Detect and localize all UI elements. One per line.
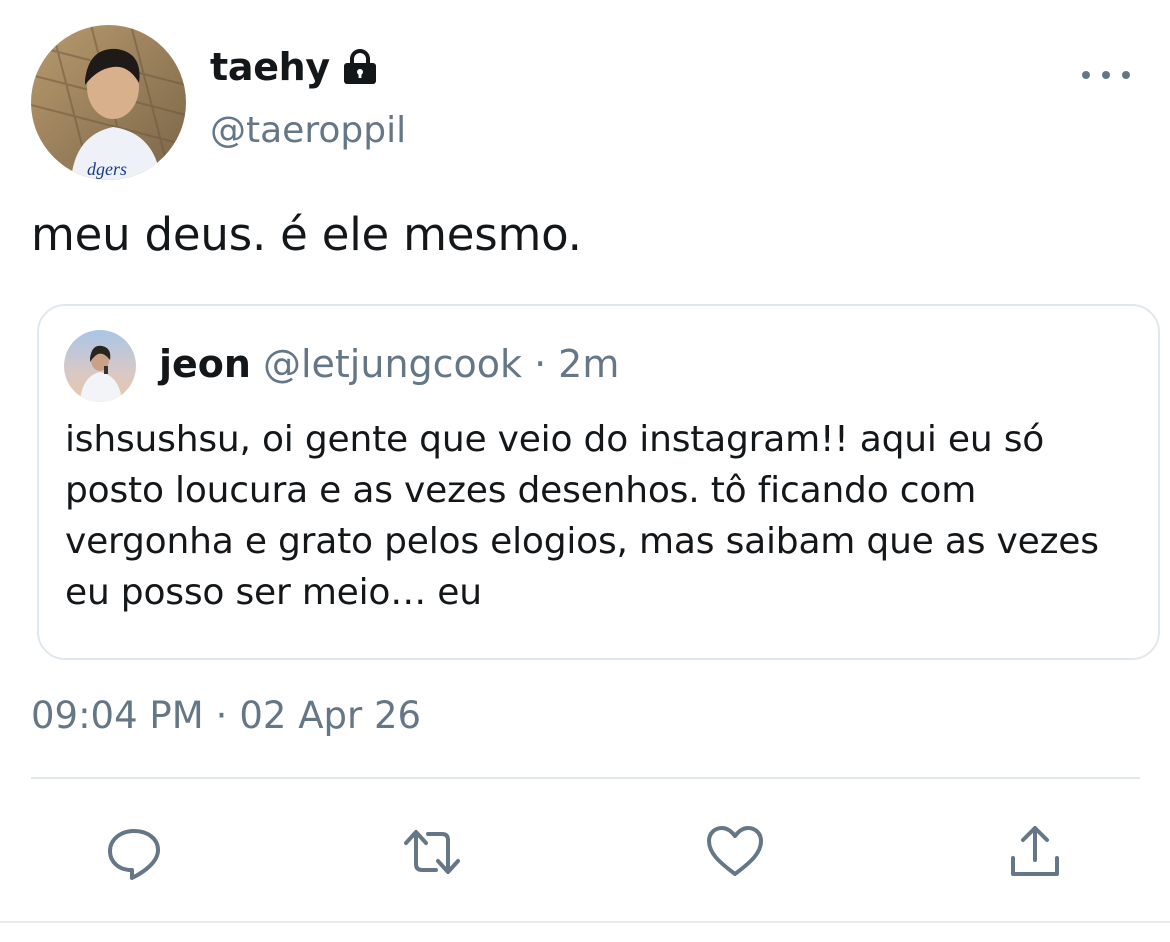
author-handle[interactable]: @taeroppil [210,110,406,151]
quoted-tweet-header: jeon @letjungcook · 2m [159,342,619,386]
reply-icon[interactable] [104,822,164,882]
timestamp-date: 02 Apr 26 [239,694,422,737]
quoted-avatar-image [64,330,136,402]
svg-text:dgers: dgers [87,159,127,179]
more-dot [1122,71,1130,79]
timestamp-separator: · [215,694,228,737]
quoted-author-avatar[interactable] [64,330,136,402]
lock-icon [340,47,380,87]
timestamp-time: 09:04 PM [31,694,204,737]
bottom-border [0,921,1170,923]
author-display-name[interactable]: taehy [210,45,330,89]
tweet-timestamp[interactable]: 09:04 PM · 02 Apr 26 [31,694,421,737]
author-avatar[interactable]: dgers [31,25,186,180]
quoted-handle[interactable]: @letjungcook [263,342,522,386]
more-horizontal-icon[interactable] [1082,58,1130,92]
heart-icon[interactable] [705,822,765,882]
divider [31,777,1140,779]
share-icon[interactable] [1005,822,1065,882]
author-name-row: taehy [210,42,380,92]
avatar-image: dgers [31,25,186,180]
quoted-separator: · [534,342,547,386]
more-dot [1102,71,1110,79]
more-dot [1082,71,1090,79]
quoted-display-name[interactable]: jeon [159,342,251,386]
quoted-time: 2m [558,342,620,386]
retweet-icon[interactable] [402,822,462,882]
quoted-tweet-card[interactable]: jeon @letjungcook · 2m ishsushsu, oi gen… [37,304,1160,660]
quoted-tweet-text: ishsushsu, oi gente que veio do instagra… [65,419,1099,613]
tweet-text: meu deus. é ele mesmo. [31,208,582,261]
